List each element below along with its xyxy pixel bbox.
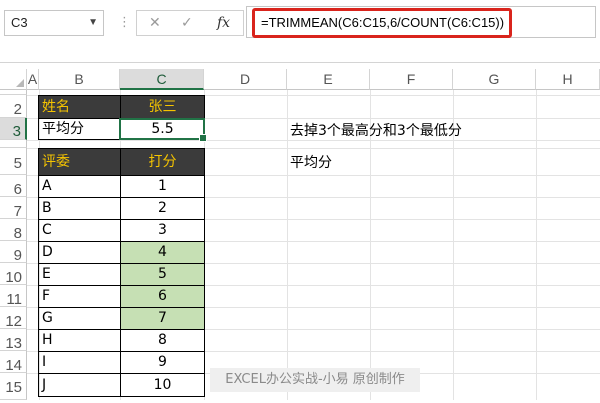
row-header-9[interactable]: 9	[0, 241, 27, 264]
row-header-15[interactable]: 15	[0, 373, 27, 400]
row-header-4[interactable]	[0, 140, 27, 148]
name-box-value: C3	[11, 15, 28, 30]
judge-score-cell[interactable]: 10	[120, 373, 205, 397]
drag-handle-icon[interactable]: ⋮	[118, 12, 131, 34]
gridline	[287, 90, 288, 400]
row-header-3[interactable]: 3	[0, 118, 27, 140]
column-header-e[interactable]: E	[287, 69, 370, 90]
row-header-5[interactable]: 5	[0, 148, 27, 175]
divider	[0, 62, 600, 63]
cell-b3[interactable]: 平均分	[38, 118, 121, 140]
judge-score-cell-highlighted[interactable]: 6	[120, 285, 205, 308]
gridline	[27, 140, 600, 141]
judge-score-cell[interactable]: 3	[120, 219, 205, 242]
row-header-14[interactable]: 14	[0, 351, 27, 374]
row-header-12[interactable]: 12	[0, 307, 27, 330]
judge-name-cell[interactable]: G	[38, 307, 121, 330]
watermark: EXCEL办公实战-小易 原创制作	[210, 368, 420, 392]
judge-score-cell[interactable]: 1	[120, 175, 205, 198]
column-header-h[interactable]: H	[536, 69, 600, 90]
select-all-icon	[16, 79, 24, 87]
enter-icon[interactable]: ✓	[181, 11, 193, 35]
fill-handle[interactable]	[199, 134, 207, 142]
cancel-icon[interactable]: ✕	[149, 11, 161, 35]
column-header-f[interactable]: F	[370, 69, 453, 90]
chevron-down-icon[interactable]: ▼	[88, 11, 98, 35]
active-cell-selection	[119, 118, 207, 142]
column-header-g[interactable]: G	[453, 69, 536, 90]
judge-score-cell[interactable]: 8	[120, 329, 205, 352]
row-header-10[interactable]: 10	[0, 263, 27, 286]
row-header-6[interactable]: 6	[0, 175, 27, 198]
row-header-7[interactable]: 7	[0, 197, 27, 220]
judge-name-cell[interactable]: H	[38, 329, 121, 352]
judge-score-cell-highlighted[interactable]: 4	[120, 241, 205, 264]
judge-score-cell-highlighted[interactable]: 7	[120, 307, 205, 330]
judge-name-cell[interactable]: A	[38, 175, 121, 198]
name-box[interactable]: C3 ▼	[4, 10, 104, 36]
row-header-11[interactable]: 11	[0, 285, 27, 308]
row-header-8[interactable]: 8	[0, 219, 27, 242]
judge-name-cell[interactable]: F	[38, 285, 121, 308]
note-line-2[interactable]: 平均分	[290, 152, 332, 172]
judge-name-cell[interactable]: I	[38, 351, 121, 374]
judge-name-cell[interactable]: E	[38, 263, 121, 286]
column-header-a[interactable]: A	[27, 69, 39, 90]
cell-b2[interactable]: 姓名	[38, 95, 121, 119]
column-header-c[interactable]: C	[120, 69, 204, 90]
insert-function-icon[interactable]: fx	[217, 11, 230, 35]
cell-c5[interactable]: 打分	[120, 148, 205, 176]
formula-buttons: ✕ ✓ fx	[136, 10, 244, 36]
gridline	[536, 90, 537, 400]
column-header-b[interactable]: B	[39, 69, 120, 90]
judge-name-cell[interactable]: J	[38, 373, 121, 397]
select-all-corner[interactable]	[0, 69, 27, 90]
judge-name-cell[interactable]: D	[38, 241, 121, 264]
judge-score-cell-highlighted[interactable]: 5	[120, 263, 205, 286]
judge-name-cell[interactable]: C	[38, 219, 121, 242]
judge-score-cell[interactable]: 2	[120, 197, 205, 220]
row-header-2[interactable]: 2	[0, 95, 27, 118]
judge-score-cell[interactable]: 9	[120, 351, 205, 374]
row-header-13[interactable]: 13	[0, 329, 27, 352]
judge-name-cell[interactable]: B	[38, 197, 121, 220]
column-header-d[interactable]: D	[204, 69, 287, 90]
cell-c2[interactable]: 张三	[120, 95, 205, 119]
formula-bar: C3 ▼ ⋮ ✕ ✓ fx =TRIMMEAN(C6:C15,6/COUNT(C…	[0, 0, 600, 50]
note-line-1[interactable]: 去掉3个最高分和3个最低分	[290, 120, 462, 140]
formula-text[interactable]: =TRIMMEAN(C6:C15,6/COUNT(C6:C15))	[252, 8, 512, 38]
cell-b5[interactable]: 评委	[38, 148, 121, 176]
